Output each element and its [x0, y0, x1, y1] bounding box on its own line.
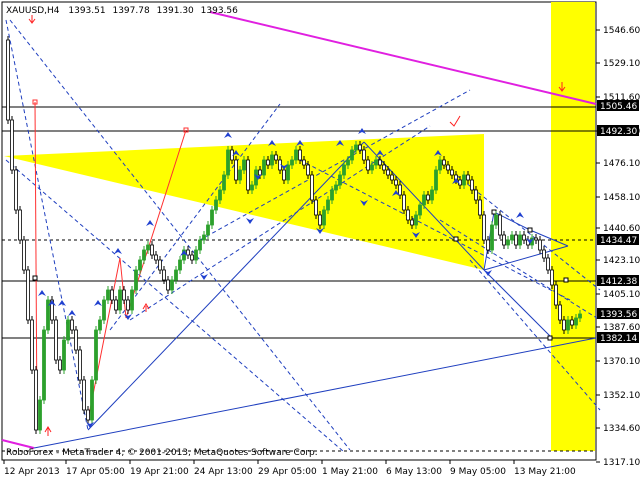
price-axis-label: 1546.60 — [603, 26, 640, 36]
time-axis: 12 Apr 2013 17 Apr 05:00 19 Apr 21:00 24 Ap… — [3, 460, 576, 477]
time-axis-label: 24 Apr 13:00 — [194, 467, 253, 477]
price-axis-label: 1529.10 — [603, 59, 640, 69]
price-axis-label: 1387.60 — [603, 323, 640, 333]
candle — [234, 156, 238, 184]
candle — [10, 116, 14, 174]
level-tag: 1434.47 — [597, 234, 639, 246]
level-tag: 1382.14 — [597, 332, 639, 344]
candle — [6, 36, 10, 124]
svg-text:1492.30: 1492.30 — [600, 127, 637, 137]
close-value: 1393.56 — [201, 6, 238, 16]
candle — [134, 266, 138, 294]
time-axis-label: 6 May 13:00 — [386, 467, 442, 477]
level-tags: 1505.46 1492.30 1434.47 1412.38 1393.56 1382.… — [597, 100, 639, 344]
candle — [34, 366, 38, 434]
time-axis-label: 12 Apr 2013 — [4, 467, 60, 477]
high-value: 1397.78 — [112, 6, 149, 16]
time-axis-label: 1 May 21:00 — [322, 467, 378, 477]
svg-text:1434.47: 1434.47 — [600, 236, 637, 246]
candle — [490, 221, 494, 254]
candle — [62, 336, 66, 374]
price-axis-label: 1440.60 — [603, 224, 640, 234]
candle — [498, 211, 502, 239]
candle — [310, 171, 314, 204]
candle — [434, 166, 438, 194]
price-axis-label: 1423.10 — [603, 256, 640, 266]
candle — [22, 236, 26, 274]
svg-text:1393.56: 1393.56 — [600, 310, 637, 320]
copyright-footer: RoboForex - MetaTrader 4, © 2001-2013, M… — [6, 448, 318, 458]
svg-text:1382.14: 1382.14 — [600, 334, 637, 344]
candle — [130, 286, 134, 314]
price-axis-label: 1317.10 — [603, 458, 640, 468]
price-axis-label: 1458.10 — [603, 193, 640, 203]
price-axis-label: 1405.10 — [603, 290, 640, 300]
level-tag: 1393.56 — [597, 308, 639, 320]
price-axis: 1546.601529.101511.601493.101476.101458.… — [596, 26, 640, 468]
time-axis-label: 13 May 21:00 — [514, 467, 576, 477]
open-value: 1393.51 — [68, 6, 105, 16]
candle — [14, 166, 18, 214]
candle — [82, 376, 86, 414]
forecast-highlight-zone — [551, 2, 595, 451]
price-chart[interactable]: XAUUSD,H4 1393.51 1397.78 1391.30 1393.5… — [0, 0, 640, 480]
candle — [118, 286, 122, 314]
candle — [94, 326, 98, 384]
candle — [102, 296, 106, 324]
candle — [246, 156, 250, 194]
candle — [66, 316, 70, 344]
time-axis-label: 17 Apr 05:00 — [66, 467, 125, 477]
candle — [38, 396, 42, 434]
level-tag: 1492.30 — [597, 125, 639, 137]
symbol-label: XAUUSD,H4 — [6, 6, 60, 16]
low-value: 1391.30 — [157, 6, 194, 16]
time-axis-label: 19 Apr 21:00 — [130, 467, 189, 477]
price-axis-label: 1334.60 — [603, 424, 640, 434]
candle — [482, 211, 486, 244]
price-axis-label: 1370.10 — [603, 357, 640, 367]
candle — [46, 296, 50, 334]
candle — [30, 316, 34, 374]
svg-text:1505.46: 1505.46 — [600, 102, 637, 112]
candle — [226, 146, 230, 179]
candle — [90, 376, 94, 424]
candle — [18, 206, 22, 244]
candle — [54, 316, 58, 364]
candle — [26, 266, 30, 324]
price-axis-label: 1476.10 — [603, 159, 640, 169]
chart-title: XAUUSD,H4 1393.51 1397.78 1391.30 1393.5… — [6, 6, 238, 16]
time-axis-label: 9 May 05:00 — [450, 467, 506, 477]
candle — [554, 281, 558, 309]
time-axis-label: 29 Apr 05:00 — [258, 467, 317, 477]
level-tag: 1505.46 — [597, 100, 639, 112]
svg-text:1412.38: 1412.38 — [600, 277, 637, 287]
candle — [42, 326, 46, 404]
candle — [74, 326, 78, 354]
level-tag: 1412.38 — [597, 275, 639, 287]
candle — [78, 346, 82, 384]
price-axis-label: 1352.10 — [603, 391, 640, 401]
